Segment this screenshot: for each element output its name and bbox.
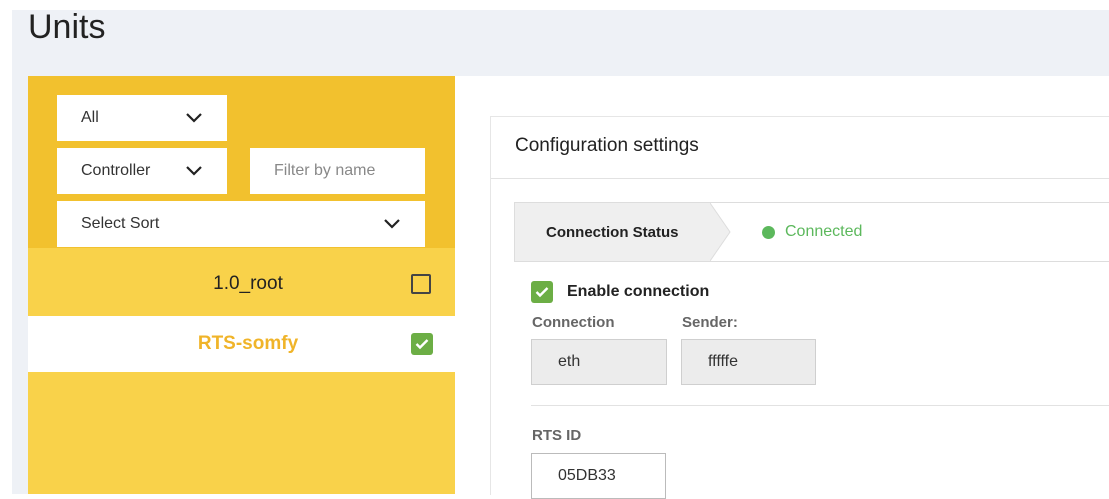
chevron-down-icon — [185, 109, 203, 127]
card-title: Configuration settings — [515, 135, 699, 156]
rts-id-value: 05DB33 — [558, 467, 616, 484]
connection-value: eth — [558, 353, 581, 370]
sender-value: fffffe — [708, 353, 738, 370]
unit-checkbox[interactable] — [411, 274, 431, 294]
sort-select[interactable]: Select Sort — [57, 201, 425, 247]
status-dot-icon — [762, 225, 775, 239]
sender-label: Sender: — [682, 314, 738, 331]
checkmark-icon — [535, 287, 549, 298]
configuration-card: Configuration settings Connection Status… — [490, 116, 1109, 499]
checkmark-icon — [415, 339, 429, 350]
connection-label: Connection — [532, 314, 615, 331]
category-select-label: Controller — [81, 162, 151, 179]
divider — [491, 178, 1109, 179]
status-arrow-shape — [710, 203, 731, 261]
page-title: Units — [28, 8, 106, 46]
connection-status-bar: Connection Status Connected — [514, 202, 1109, 262]
connection-status-text: Connected — [785, 223, 863, 240]
enable-connection-label: Enable connection — [567, 283, 710, 300]
connection-field: eth — [531, 339, 667, 385]
enable-connection-toggle[interactable]: Enable connection — [531, 281, 709, 303]
rts-id-field[interactable]: 05DB33 — [531, 453, 666, 499]
divider — [531, 405, 1109, 406]
filter-panel: All Controller Select Sort — [28, 76, 455, 248]
rts-id-label: RTS ID — [532, 427, 582, 444]
chevron-down-icon — [383, 215, 401, 233]
name-filter-input[interactable] — [250, 148, 425, 194]
unit-list-item-selected[interactable]: RTS-somfy — [28, 316, 455, 372]
connection-status-label: Connection Status — [515, 203, 710, 261]
enable-connection-checkbox[interactable] — [531, 281, 553, 303]
type-select-label: All — [81, 109, 99, 126]
category-select[interactable]: Controller — [57, 148, 227, 194]
sort-select-label: Select Sort — [81, 215, 160, 232]
unit-list-item[interactable]: 1.0_root — [28, 256, 455, 312]
sender-field: fffffe — [681, 339, 816, 385]
connection-status-value: Connected — [762, 203, 862, 261]
unit-checkbox-checked[interactable] — [411, 333, 433, 355]
units-sidebar: All Controller Select Sort 1.0_root RTS-… — [28, 76, 455, 494]
chevron-down-icon — [185, 162, 203, 180]
type-select[interactable]: All — [57, 95, 227, 141]
unit-name: 1.0_root — [213, 273, 283, 294]
unit-name: RTS-somfy — [197, 333, 299, 354]
